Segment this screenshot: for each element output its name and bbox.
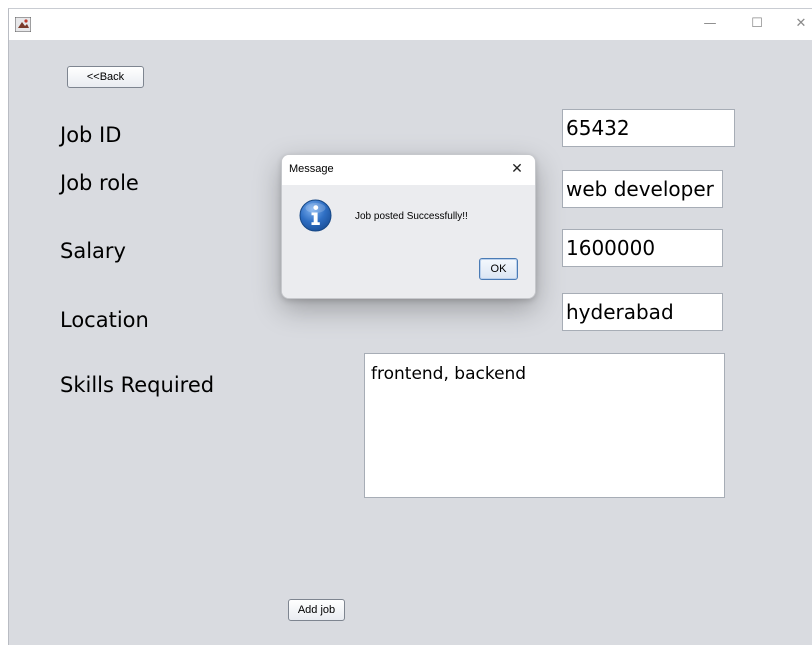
- add-job-button[interactable]: Add job: [288, 599, 345, 621]
- java-cup-icon: [15, 17, 31, 32]
- dialog-title-bar: Message ✕: [282, 155, 535, 185]
- location-label: Location: [60, 308, 149, 332]
- skills-required-textarea[interactable]: frontend, backend: [364, 353, 725, 498]
- salary-label: Salary: [60, 239, 126, 263]
- skills-required-label: Skills Required: [60, 373, 215, 397]
- job-role-field[interactable]: web developer: [562, 170, 723, 208]
- app-window: — ☐ ✕ <<Back Job ID Job role Salary Loca…: [8, 8, 812, 645]
- minimize-button[interactable]: —: [698, 15, 722, 33]
- title-bar: — ☐ ✕: [9, 9, 812, 40]
- dialog-title: Message: [289, 163, 334, 175]
- dialog-body: Job posted Successfully!! OK: [282, 185, 535, 298]
- back-button[interactable]: <<Back: [67, 66, 144, 88]
- information-icon: [299, 199, 332, 232]
- job-id-label: Job ID: [60, 123, 122, 147]
- maximize-button[interactable]: ☐: [745, 15, 769, 33]
- location-field[interactable]: hyderabad: [562, 293, 723, 331]
- dialog-close-button[interactable]: ✕: [507, 158, 527, 180]
- message-dialog: Message ✕ Job posted Successfully!! OK: [281, 154, 536, 299]
- salary-field[interactable]: 1600000: [562, 229, 723, 267]
- ok-button[interactable]: OK: [479, 258, 518, 280]
- close-button[interactable]: ✕: [789, 15, 812, 33]
- job-role-label: Job role: [60, 171, 139, 195]
- job-id-field[interactable]: 65432: [562, 109, 735, 147]
- dialog-message: Job posted Successfully!!: [355, 211, 468, 222]
